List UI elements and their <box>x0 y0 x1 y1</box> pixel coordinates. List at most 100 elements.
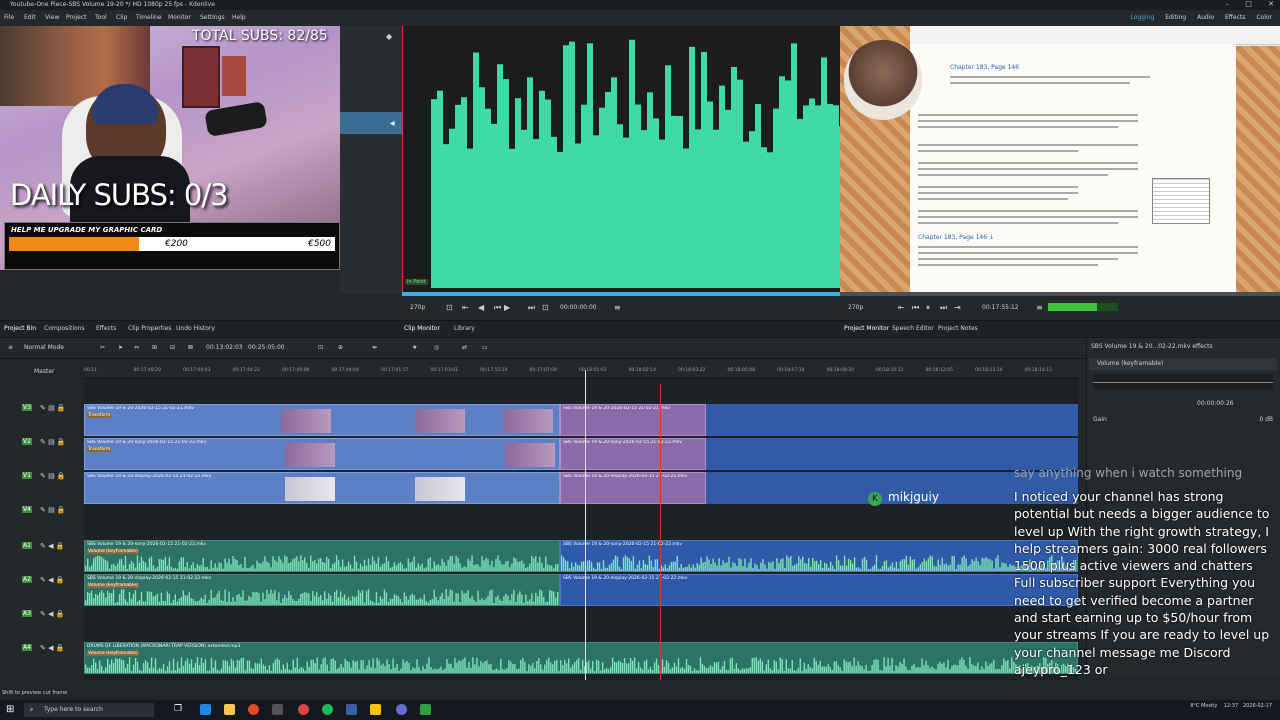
layout-editing[interactable]: Editing <box>1165 14 1186 21</box>
in-point-icon[interactable]: ⊡ <box>446 303 453 312</box>
taskbar-search[interactable]: ⌕ Type here to search <box>24 703 154 717</box>
play-backward-icon[interactable]: ◀ <box>478 303 484 312</box>
track-icons[interactable]: ✎ ▤ 🔒 <box>40 506 66 514</box>
next-frame-icon[interactable]: ⇥ <box>954 303 961 312</box>
menu-timeline[interactable]: Timeline <box>136 14 162 21</box>
marker-icon[interactable]: ★ <box>412 344 417 351</box>
timeline-playhead[interactable] <box>585 370 586 680</box>
chrome-icon[interactable] <box>248 704 259 715</box>
menu-help[interactable]: Help <box>232 14 246 21</box>
edge-icon[interactable] <box>200 704 211 715</box>
spotify-icon[interactable] <box>322 704 333 715</box>
menu-monitor[interactable]: Monitor <box>168 14 191 21</box>
minimize-button[interactable]: – <box>1226 0 1230 8</box>
zoom-select[interactable]: 270p <box>848 304 863 311</box>
file-explorer-icon[interactable] <box>224 704 235 715</box>
windows-start-icon[interactable]: ⊞ <box>6 704 14 715</box>
fast-forward-icon[interactable]: ⏭ <box>528 303 535 313</box>
hamburger-icon[interactable]: ≡ <box>8 344 13 351</box>
layout-logging[interactable]: Logging <box>1130 14 1154 21</box>
menu-clip[interactable]: Clip <box>116 14 127 21</box>
tab-project-monitor[interactable]: Project Monitor <box>844 325 889 332</box>
snap-icon[interactable]: ⊕ <box>338 344 343 351</box>
task-view-icon[interactable]: ❐ <box>174 704 182 714</box>
split-icon[interactable]: ⇹ <box>372 344 377 351</box>
play-icon[interactable]: ▶ <box>504 303 510 312</box>
project-monitor-seekbar[interactable] <box>840 292 1280 296</box>
overwrite-icon[interactable]: ⊟ <box>170 344 175 351</box>
app-icon[interactable] <box>420 704 431 715</box>
clip-timecode[interactable]: 00:00:00:00 <box>560 304 597 311</box>
tab-speech-editor[interactable]: Speech Editor <box>892 325 934 332</box>
menu-icon[interactable]: ≡ <box>614 303 621 312</box>
clip-monitor-seekbar[interactable] <box>402 292 840 296</box>
audio-clip[interactable]: SBS Volume 19 & 20-display-2026-02-15 21… <box>560 574 1078 606</box>
timeline-clip[interactable]: SBS Volume 19 & 20-sony-2026-02-15 21-02… <box>84 438 560 470</box>
pause-icon[interactable]: ⏸ <box>926 303 930 313</box>
audio-clip[interactable]: SBS Volume 19 & 20-sony-2026-02-15 21-02… <box>84 540 560 572</box>
track-icons[interactable]: ✎ ◀ 🔒 <box>40 542 64 550</box>
audio-track-a4[interactable]: DRUMS OF LIBERATION (MACRONARI TRAP VERS… <box>84 642 1078 674</box>
timeline-clip[interactable]: SBS Volume 19 & 20-sony-2026-02-15 21-02… <box>560 438 706 470</box>
timeline-ruler[interactable]: 00:11 00:17:48:20 00:17:04:03 00:17:44:22 00… <box>84 366 1078 379</box>
menu-icon[interactable]: ≡ <box>1036 303 1043 312</box>
timeline-position[interactable]: 00:13:02:03 <box>206 344 243 351</box>
project-timecode[interactable]: 00:17:55:12 <box>982 304 1019 311</box>
app-icon[interactable] <box>272 704 283 715</box>
layout-effects[interactable]: Effects <box>1225 14 1245 21</box>
track-icons[interactable]: ✎ ◀ 🔒 <box>40 644 64 652</box>
prev-frame-icon[interactable]: ⇤ <box>898 303 905 312</box>
effect-item[interactable]: Volume (keyframable) <box>1089 358 1277 370</box>
tab-project-bin[interactable]: Project Bin <box>4 325 36 332</box>
track-icons[interactable]: ✎ ◀ 🔒 <box>40 610 64 618</box>
insert-icon[interactable]: ⊞ <box>152 344 157 351</box>
fast-forward-icon[interactable]: ⏭ <box>940 303 947 313</box>
menu-tool[interactable]: Tool <box>95 14 107 21</box>
gain-value[interactable]: 0 dB <box>1259 416 1273 423</box>
track-icons[interactable]: ✎ ◀ 🔒 <box>40 576 64 584</box>
audio-clip[interactable]: SBS Volume 19 & 20-sony-2026-02-15 21-02… <box>560 540 1078 572</box>
audio-thumb-icon[interactable]: ◎ <box>434 344 439 351</box>
menu-settings[interactable]: Settings <box>200 14 225 21</box>
video-track-v2[interactable]: SBS Volume 19 & 20-sony-2026-02-15 21-02… <box>84 438 1078 470</box>
zoom-select[interactable]: 270p <box>410 304 425 311</box>
audio-clip[interactable]: SBS Volume 19 & 20-display-2026-02-15 21… <box>84 574 560 606</box>
timeline-tracks[interactable]: SBS Volume 19 & 20-2026-02-15 21-02-21.m… <box>84 380 1078 680</box>
tab-clip-properties[interactable]: Clip Properties <box>128 325 172 332</box>
prev-frame-icon[interactable]: ⇤ <box>462 303 469 312</box>
layout-audio[interactable]: Audio <box>1197 14 1214 21</box>
rewind-icon[interactable]: ⏮ <box>912 303 919 313</box>
timeline-clip[interactable]: SBS Volume 19 & 20-2026-02-15 21-02-21.m… <box>560 404 706 436</box>
menu-file[interactable]: File <box>4 14 14 21</box>
browser-icon[interactable] <box>298 704 309 715</box>
menu-edit[interactable]: Edit <box>24 14 36 21</box>
effect-timecode[interactable]: 00:00:00:26 <box>1197 400 1234 407</box>
project-monitor[interactable]: Chapter 183, Page 146 Chapter 183, Page … <box>840 26 1280 294</box>
track-icons[interactable]: ✎ ▤ 🔒 <box>40 438 66 446</box>
tab-compositions[interactable]: Compositions <box>44 325 85 332</box>
close-icon[interactable]: ◆ <box>386 32 392 41</box>
track-icons[interactable]: ✎ ▤ 🔒 <box>40 472 66 480</box>
close-button[interactable]: ✕ <box>1268 0 1274 8</box>
lift-icon[interactable]: ⊠ <box>188 344 193 351</box>
zoom-icon[interactable]: ⇄ <box>462 344 467 351</box>
clock-time[interactable]: 12:37 <box>1224 703 1238 709</box>
maximize-button[interactable]: □ <box>1245 0 1252 8</box>
layout-color[interactable]: Color <box>1256 14 1272 21</box>
audio-clip[interactable]: DRUMS OF LIBERATION (MACRONARI TRAP VERS… <box>84 642 1078 674</box>
tab-project-notes[interactable]: Project Notes <box>938 325 978 332</box>
razor-icon[interactable]: ✂ <box>100 344 105 351</box>
view-icon[interactable]: ▭ <box>482 344 488 351</box>
spacer-icon[interactable]: ⇔ <box>134 344 139 351</box>
select-tool-icon[interactable]: ➤ <box>118 344 123 351</box>
clock-date[interactable]: 2026-02-17 <box>1243 703 1272 709</box>
audio-track-a2[interactable]: SBS Volume 19 & 20-display-2026-02-15 21… <box>84 574 1078 606</box>
track-icons[interactable]: ✎ ▤ 🔒 <box>40 404 66 412</box>
kdenlive-icon[interactable] <box>346 704 357 715</box>
menu-view[interactable]: View <box>45 14 59 21</box>
tab-clip-monitor[interactable]: Clip Monitor <box>404 325 440 332</box>
tab-undo-history[interactable]: Undo History <box>176 325 215 332</box>
obs-icon[interactable] <box>396 704 407 715</box>
rewind-icon[interactable]: ⏮ <box>494 303 501 313</box>
tab-effects[interactable]: Effects <box>96 325 116 332</box>
